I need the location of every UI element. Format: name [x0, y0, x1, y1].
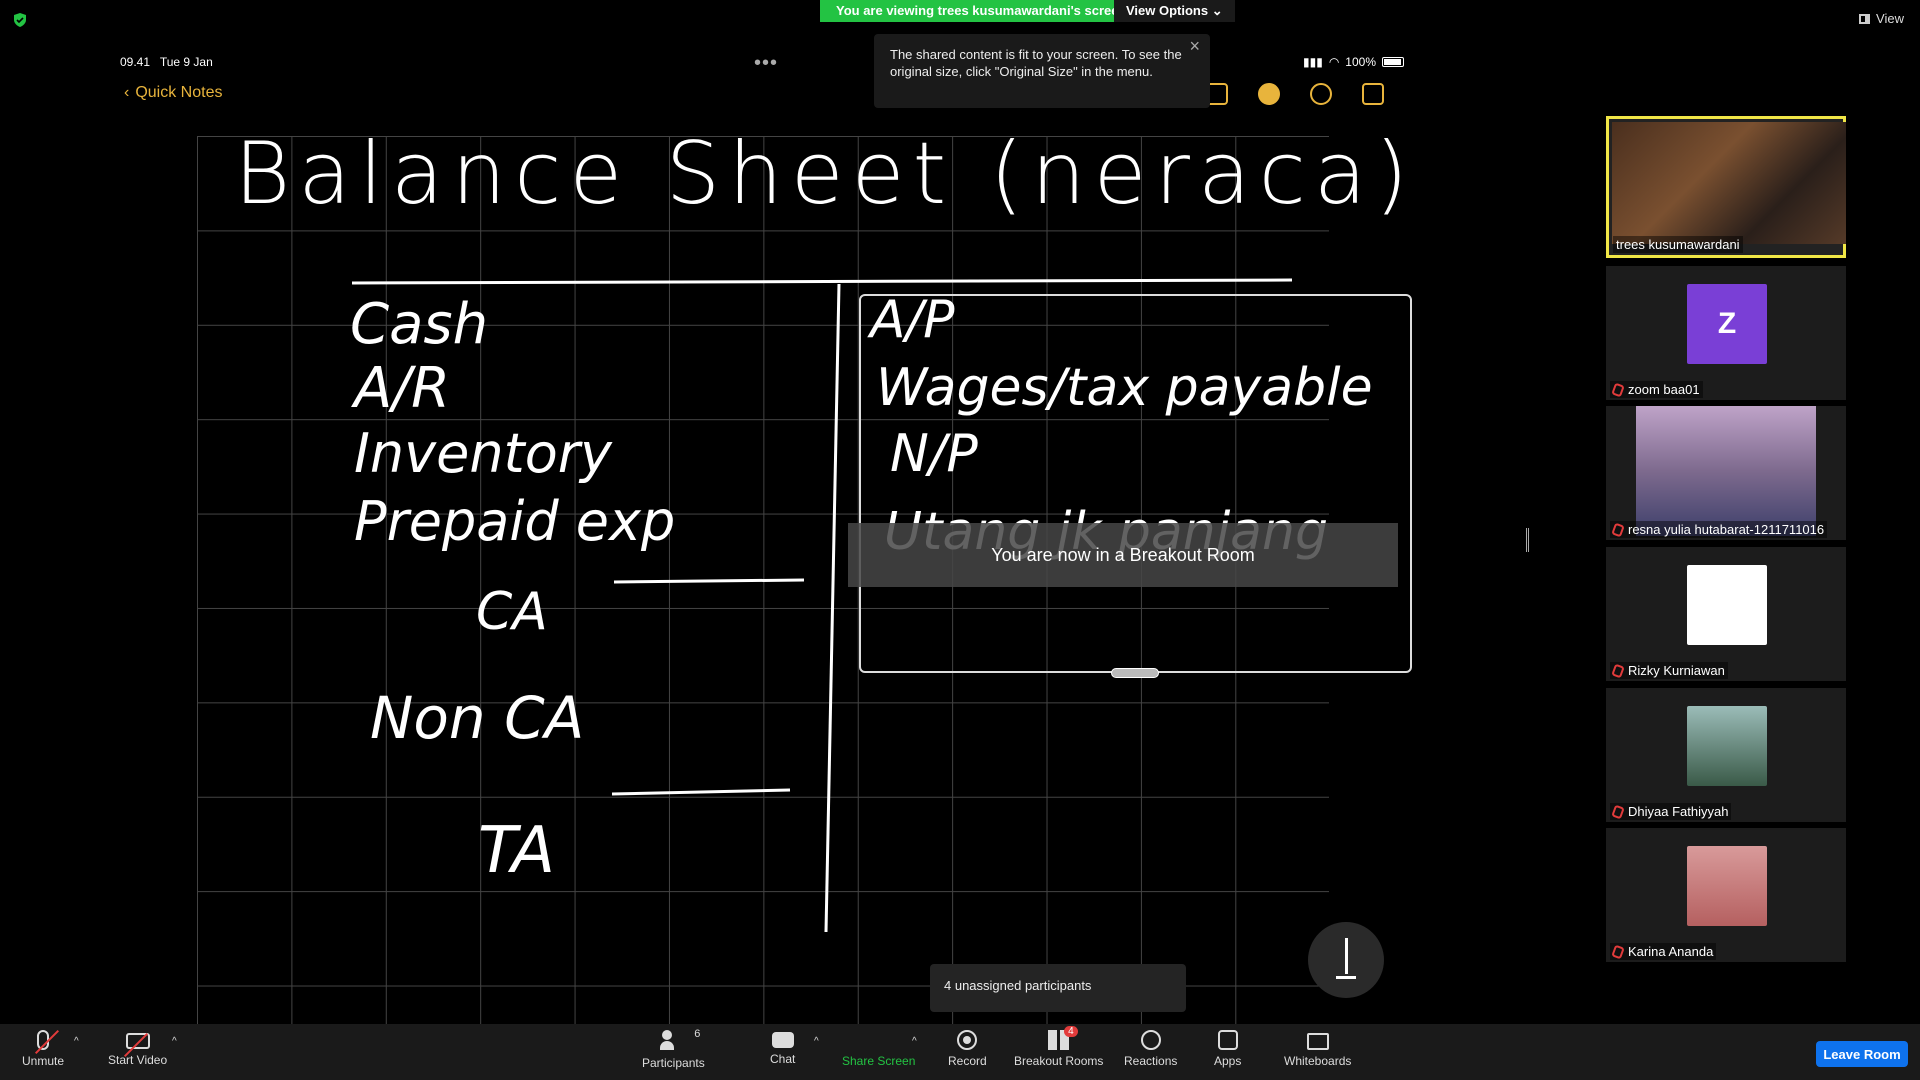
participant-tile[interactable]: Karina Ananda — [1606, 828, 1846, 962]
record-label: Record — [948, 1054, 987, 1068]
mic-muted-icon — [1611, 944, 1625, 959]
whiteboards-label: Whiteboards — [1284, 1054, 1352, 1068]
avatar: Z — [1687, 284, 1767, 364]
avatar — [1687, 846, 1767, 926]
participant-name-container: Dhiyaa Fathiyyah — [1610, 803, 1732, 820]
apps-button[interactable]: Apps — [1214, 1030, 1241, 1068]
viewing-screen-banner: You are viewing trees kusumawardani's sc… — [820, 0, 1143, 22]
share-screen-button[interactable]: Share Screen — [842, 1030, 915, 1068]
share-options-caret[interactable]: ^ — [912, 1036, 917, 1047]
microphone-muted-icon — [37, 1030, 50, 1050]
record-button[interactable]: Record — [948, 1030, 987, 1068]
mic-muted-icon — [1611, 382, 1625, 397]
start-video-button[interactable]: Start Video — [108, 1030, 167, 1067]
left-item: Non CA — [370, 684, 585, 752]
whiteboards-button[interactable]: Whiteboards — [1284, 1030, 1351, 1068]
panel-resize-handle[interactable] — [1526, 528, 1529, 552]
reactions-label: Reactions — [1124, 1054, 1178, 1068]
mic-muted-icon — [1611, 663, 1625, 678]
camera-off-icon — [125, 1033, 150, 1049]
left-item: Cash — [350, 292, 489, 357]
selection-box[interactable] — [859, 294, 1412, 673]
participant-video — [1636, 406, 1816, 536]
leave-room-button[interactable]: Leave Room — [1816, 1041, 1908, 1067]
left-item: CA — [476, 582, 548, 642]
unmute-label: Unmute — [22, 1054, 65, 1068]
breakout-rooms-icon: 4 — [1047, 1026, 1078, 1050]
left-item: TA — [478, 814, 555, 888]
participant-name-container: Rizky Kurniawan — [1610, 662, 1728, 679]
meeting-toolbar: Unmute ^ Start Video ^ 6 Participants Ch… — [0, 1024, 1920, 1080]
participant-name: Rizky Kurniawan — [1628, 663, 1725, 678]
participant-name: zoom baa01 — [1628, 382, 1700, 397]
chat-label: Chat — [770, 1052, 796, 1066]
participants-label: Participants — [642, 1056, 705, 1070]
reactions-icon — [1140, 1030, 1161, 1050]
audio-options-caret[interactable]: ^ — [74, 1036, 79, 1047]
left-item: Inventory — [354, 422, 612, 485]
participants-icon: 6 — [660, 1028, 700, 1052]
view-options-button[interactable]: View Options ⌄ — [1114, 0, 1235, 22]
participant-tile[interactable]: Z zoom baa01 — [1606, 266, 1846, 400]
participant-tile[interactable]: trees kusumawardani — [1606, 116, 1846, 258]
participant-name-container: resna yulia hutabarat-1211711016 — [1610, 521, 1828, 538]
shield-icon[interactable] — [12, 12, 28, 28]
breakout-rooms-label: Breakout Rooms — [1014, 1054, 1104, 1068]
shared-screen: 09.41 Tue 9 Jan ••• ▮▮▮ ◠ 100% ‹ Quick N… — [114, 52, 1414, 1027]
view-button[interactable]: View — [1859, 11, 1904, 26]
left-item: A/R — [354, 356, 451, 421]
participant-name-container: zoom baa01 — [1610, 381, 1703, 398]
start-video-label: Start Video — [108, 1053, 168, 1067]
avatar — [1687, 565, 1767, 645]
participant-name: trees kusumawardani — [1616, 237, 1740, 252]
unmute-button[interactable]: Unmute — [22, 1030, 64, 1068]
participant-name: Dhiyaa Fathiyyah — [1628, 804, 1729, 819]
avatar — [1687, 706, 1767, 786]
unassigned-participants-popup[interactable]: 4 unassigned participants — [930, 964, 1186, 1012]
close-icon[interactable]: × — [1189, 37, 1200, 55]
whiteboard-icon — [1306, 1033, 1329, 1050]
resize-handle[interactable] — [1111, 668, 1159, 678]
apps-icon — [1217, 1030, 1238, 1050]
participant-name-container: Karina Ananda — [1610, 943, 1717, 960]
participant-tile[interactable]: resna yulia hutabarat-1211711016 — [1606, 406, 1846, 540]
mic-muted-icon — [1611, 804, 1625, 819]
left-item: Prepaid exp — [354, 490, 676, 553]
participant-video — [1612, 122, 1846, 244]
video-options-caret[interactable]: ^ — [172, 1036, 177, 1047]
view-label: View — [1876, 11, 1904, 26]
reactions-button[interactable]: Reactions — [1124, 1030, 1177, 1068]
participant-tile[interactable]: Rizky Kurniawan — [1606, 547, 1846, 681]
tooltip-text: The shared content is fit to your screen… — [890, 47, 1182, 79]
record-icon — [957, 1030, 978, 1050]
chat-button[interactable]: Chat — [770, 1030, 795, 1066]
participant-tile[interactable]: Dhiyaa Fathiyyah — [1606, 688, 1846, 822]
participant-name-container: trees kusumawardani — [1613, 236, 1743, 253]
share-screen-label: Share Screen — [842, 1054, 916, 1068]
mic-muted-icon — [1611, 522, 1625, 537]
breakout-badge: 4 — [1064, 1026, 1078, 1037]
fit-screen-tooltip: The shared content is fit to your screen… — [874, 34, 1210, 108]
breakout-rooms-button[interactable]: 4 Breakout Rooms — [1014, 1026, 1104, 1068]
chat-options-caret[interactable]: ^ — [814, 1036, 819, 1047]
zoom-meeting-window: You are viewing trees kusumawardani's sc… — [0, 0, 1920, 1080]
apps-label: Apps — [1214, 1054, 1242, 1068]
participant-name: resna yulia hutabarat-1211711016 — [1628, 522, 1825, 537]
participants-button[interactable]: 6 Participants — [642, 1028, 705, 1070]
layout-icon — [1859, 13, 1871, 24]
breakout-toast: You are now in a Breakout Room — [848, 523, 1398, 587]
pencil-tool-icon[interactable] — [1308, 922, 1384, 998]
participant-name: Karina Ananda — [1628, 944, 1714, 959]
chat-icon — [771, 1032, 794, 1048]
participants-count: 6 — [694, 1028, 701, 1040]
